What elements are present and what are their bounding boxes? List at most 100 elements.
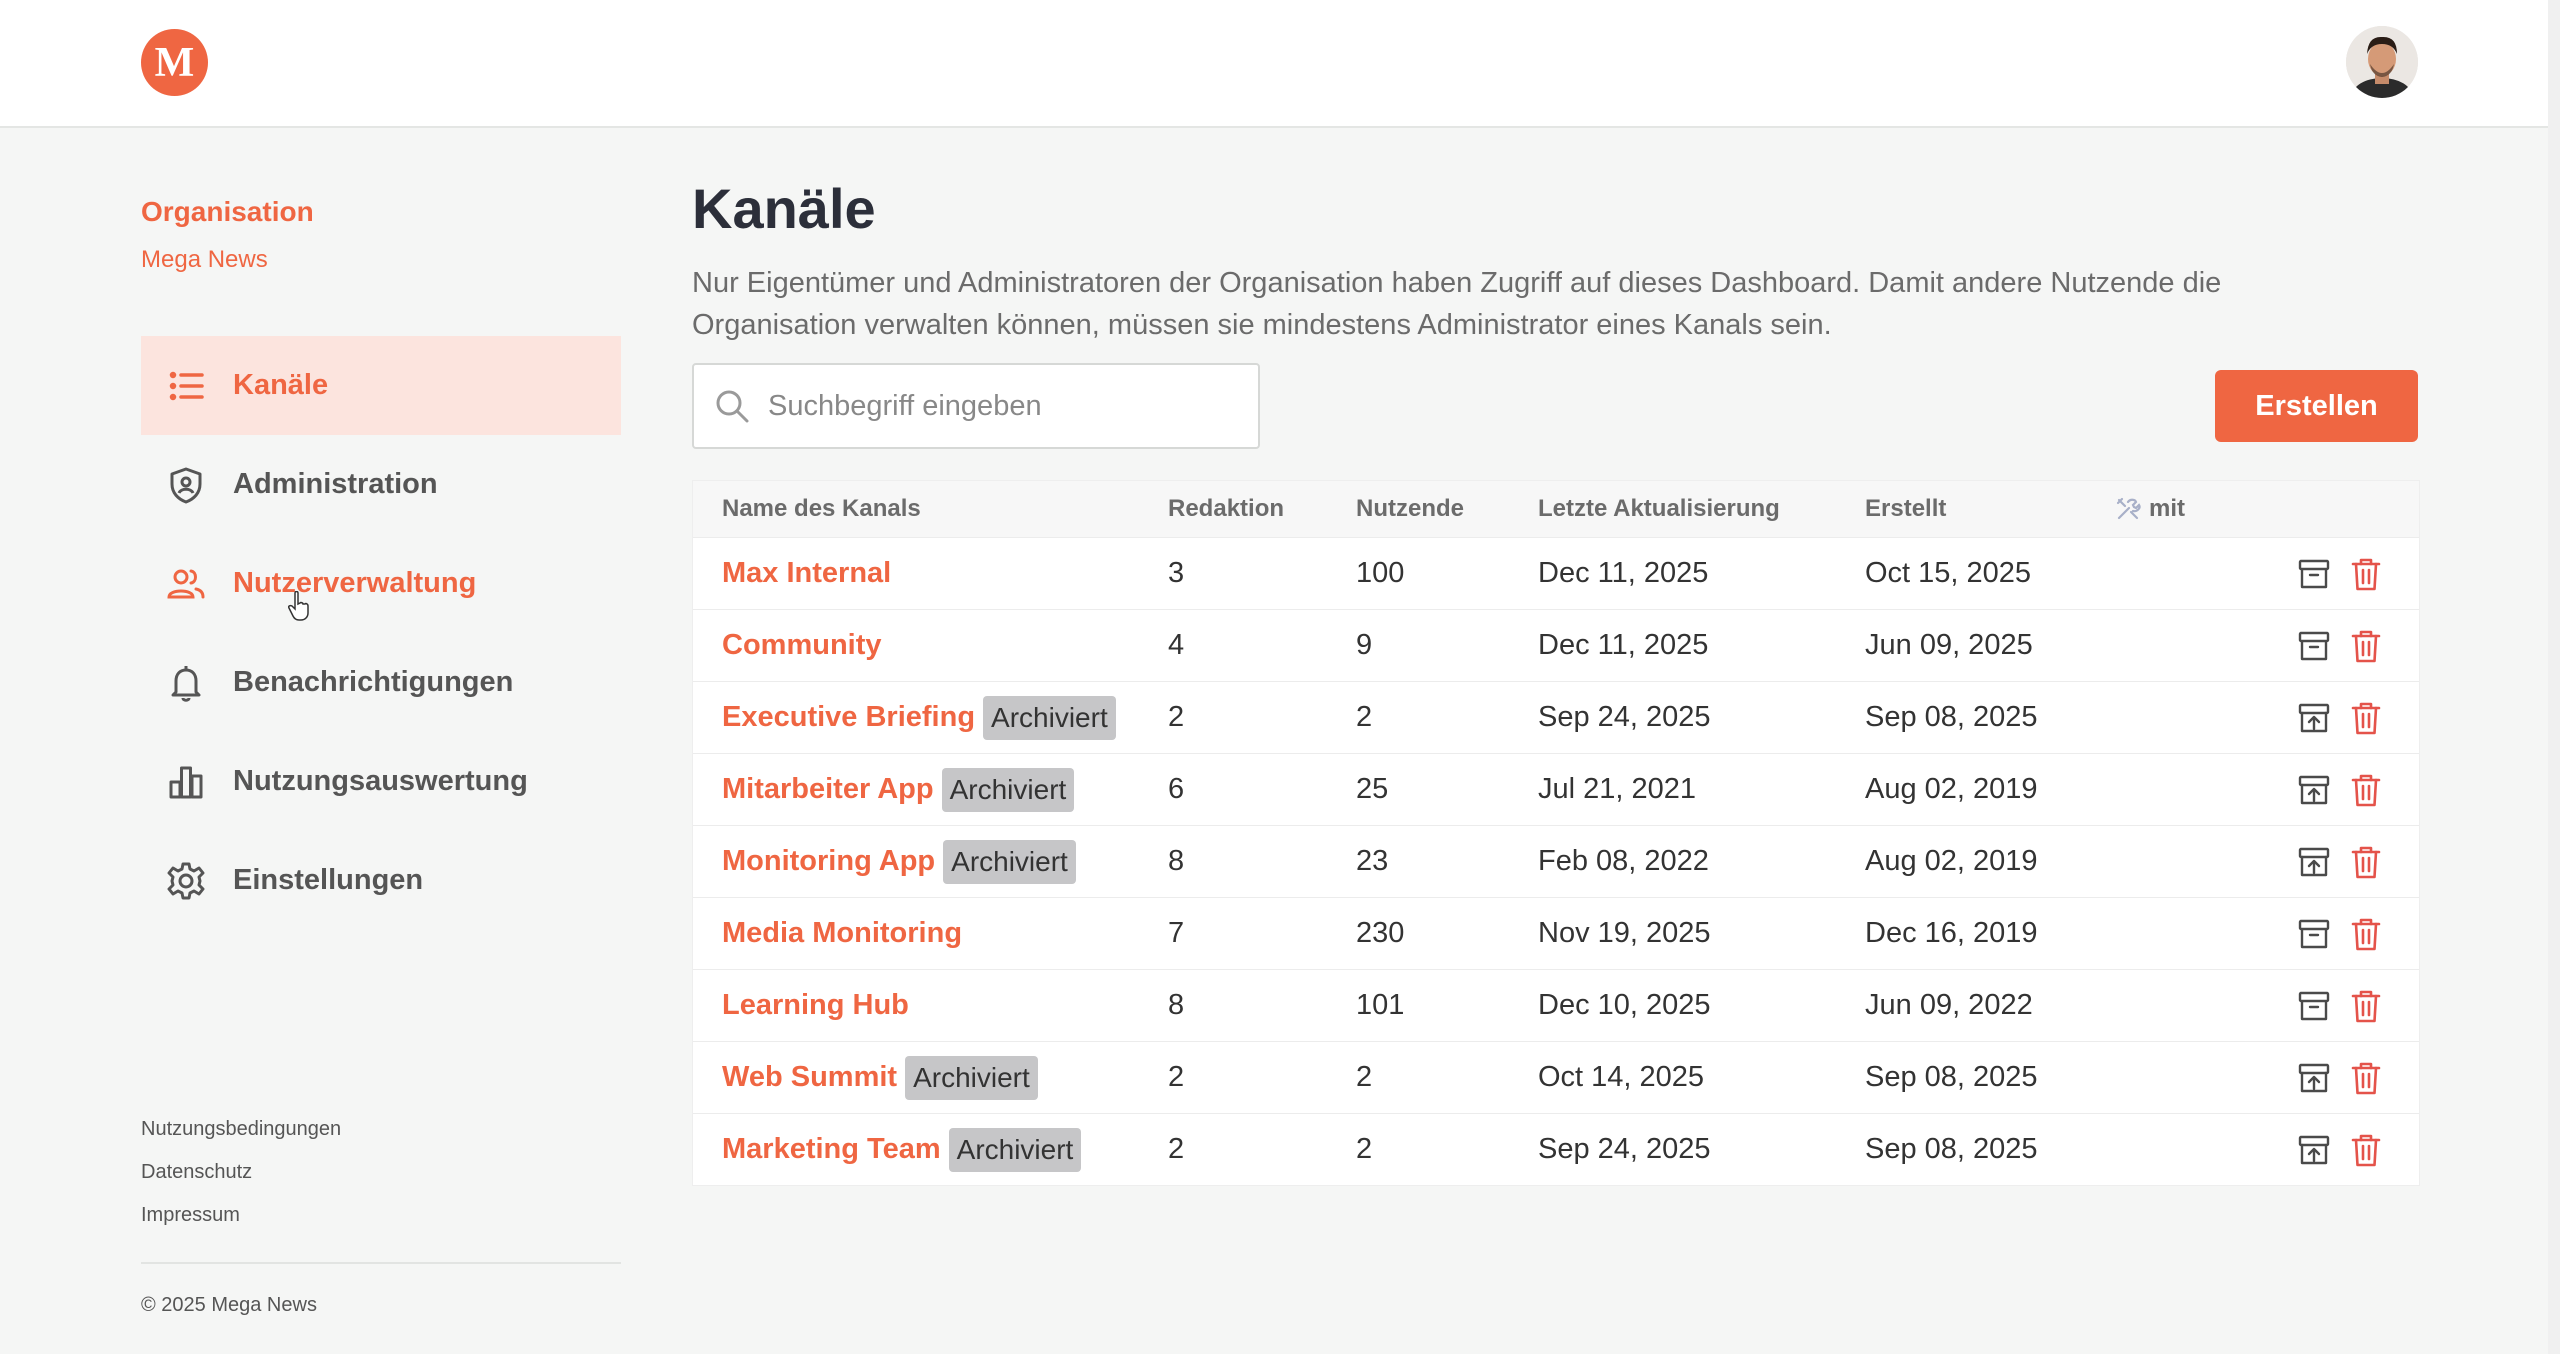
cell-redaktion: 2 (1168, 1061, 1185, 1093)
archive-icon[interactable] (2296, 556, 2332, 592)
cell-created: Aug 02, 2019 (1865, 773, 2038, 805)
cell-name: Monitoring App Archiviert (693, 839, 1168, 884)
delete-icon[interactable] (2348, 1132, 2384, 1168)
row-actions (2265, 628, 2419, 664)
sidebar-item-einstellungen[interactable]: Einstellungen (141, 831, 621, 930)
row-actions (2265, 1132, 2419, 1168)
search-box[interactable] (692, 363, 1260, 449)
archived-badge: Archiviert (948, 1127, 1082, 1172)
cell-nutzende: 2 (1356, 1061, 1373, 1093)
channels-table: Name des Kanals Redaktion Nutzende Letzt… (692, 480, 2420, 1186)
bar-chart-icon (165, 761, 207, 803)
table-row: Executive Briefing Archiviert 2 2 Sep 24, 20… (693, 682, 2419, 754)
column-header-mit[interactable]: mit (2115, 495, 2265, 523)
cell-nutzende: 100 (1356, 557, 1405, 589)
row-actions (2265, 916, 2419, 952)
imprint-link[interactable]: Impressum (141, 1200, 341, 1243)
cell-name: Community (693, 629, 1168, 662)
unarchive-icon[interactable] (2296, 844, 2332, 880)
sidebar-nav: Kanäle Administration Nutzerverwaltung B… (141, 336, 621, 930)
create-button[interactable]: Erstellen (2215, 370, 2418, 442)
cell-redaktion: 8 (1168, 845, 1185, 877)
table-row: Monitoring App Archiviert 8 23 Feb 08, 2022 A… (693, 826, 2419, 898)
archived-badge: Archiviert (905, 1055, 1038, 1100)
sidebar-item-label: Benachrichtigungen (233, 666, 514, 698)
mega-news-logo[interactable]: M (141, 29, 208, 96)
table-header: Name des Kanals Redaktion Nutzende Letzt… (693, 481, 2419, 538)
cell-redaktion: 2 (1168, 701, 1185, 733)
cell-updated: Oct 14, 2025 (1538, 1061, 1705, 1093)
unarchive-icon[interactable] (2296, 1060, 2332, 1096)
user-avatar[interactable] (2346, 26, 2418, 98)
cell-nutzende: 2 (1356, 701, 1373, 733)
archive-icon[interactable] (2296, 628, 2332, 664)
cell-updated: Sep 24, 2025 (1538, 1133, 1711, 1165)
bell-icon (165, 662, 207, 704)
cell-name: Web Summit Archiviert (693, 1055, 1168, 1100)
sidebar-item-administration[interactable]: Administration (141, 435, 621, 534)
delete-icon[interactable] (2348, 916, 2384, 952)
channel-link[interactable]: Community (722, 629, 882, 662)
row-actions (2265, 772, 2419, 808)
cell-updated: Dec 11, 2025 (1538, 629, 1709, 661)
cell-redaktion: 6 (1168, 773, 1185, 805)
cell-created: Sep 08, 2025 (1865, 1133, 2038, 1165)
column-header-name[interactable]: Name des Kanals (693, 495, 1168, 523)
archived-badge: Archiviert (941, 767, 1075, 812)
sidebar-item-nutzerverwaltung[interactable]: Nutzerverwaltung (141, 534, 621, 633)
table-row: Media Monitoring 7 230 Nov 19, 2025 Dec 16, … (693, 898, 2419, 970)
table-row: Learning Hub 8 101 Dec 10, 2025 Jun 09, 2022 (693, 970, 2419, 1042)
column-header-mit-label: mit (2149, 495, 2185, 522)
channel-link[interactable]: Max Internal (722, 557, 891, 590)
delete-icon[interactable] (2348, 772, 2384, 808)
org-name[interactable]: Mega News (141, 246, 268, 274)
list-icon (165, 365, 207, 407)
sidebar-footer-links: Nutzungsbedingungen Datenschutz Impressu… (141, 1114, 341, 1243)
cell-created: Jun 09, 2022 (1865, 989, 2033, 1021)
archived-badge: Archiviert (983, 695, 1116, 740)
cell-updated: Feb 08, 2022 (1538, 845, 1709, 877)
channel-link[interactable]: Media Monitoring (722, 917, 962, 950)
channel-link[interactable]: Learning Hub (722, 989, 909, 1022)
cell-redaktion: 8 (1168, 989, 1185, 1021)
delete-icon[interactable] (2348, 628, 2384, 664)
channel-link[interactable]: Executive Briefing (722, 701, 975, 734)
delete-icon[interactable] (2348, 988, 2384, 1024)
search-input[interactable] (766, 388, 1240, 424)
row-actions (2265, 844, 2419, 880)
channel-link[interactable]: Monitoring App (722, 845, 935, 878)
channel-link[interactable]: Mitarbeiter App (722, 773, 934, 806)
table-body: Max Internal 3 100 Dec 11, 2025 Oct 15, 2025… (693, 538, 2419, 1185)
delete-icon[interactable] (2348, 556, 2384, 592)
table-row: Web Summit Archiviert 2 2 Oct 14, 2025 Sep 08… (693, 1042, 2419, 1114)
archive-icon[interactable] (2296, 916, 2332, 952)
page-description: Nur Eigentümer und Administratoren der O… (692, 267, 2222, 341)
terms-link[interactable]: Nutzungsbedingungen (141, 1114, 341, 1157)
row-actions (2265, 988, 2419, 1024)
unarchive-icon[interactable] (2296, 772, 2332, 808)
unarchive-icon[interactable] (2296, 1132, 2332, 1168)
scrollbar[interactable] (2548, 0, 2560, 1354)
cell-updated: Sep 24, 2025 (1538, 701, 1711, 733)
cell-name: Executive Briefing Archiviert (693, 695, 1168, 740)
tools-icon (2116, 497, 2141, 520)
column-header-redaktion[interactable]: Redaktion (1168, 495, 1356, 523)
cell-created: Sep 08, 2025 (1865, 701, 2038, 733)
delete-icon[interactable] (2348, 1060, 2384, 1096)
column-header-created[interactable]: Erstellt (1865, 495, 2115, 523)
column-header-updated[interactable]: Letzte Aktualisierung (1538, 495, 1865, 523)
archive-icon[interactable] (2296, 988, 2332, 1024)
privacy-link[interactable]: Datenschutz (141, 1157, 341, 1200)
cell-updated: Dec 11, 2025 (1538, 557, 1709, 589)
delete-icon[interactable] (2348, 844, 2384, 880)
column-header-nutzende[interactable]: Nutzende (1356, 495, 1538, 523)
sidebar-item-nutzungsauswertung[interactable]: Nutzungsauswertung (141, 732, 621, 831)
delete-icon[interactable] (2348, 700, 2384, 736)
channel-link[interactable]: Marketing Team (722, 1133, 941, 1166)
sidebar-item-benachrichtigungen[interactable]: Benachrichtigungen (141, 633, 621, 732)
cell-nutzende: 23 (1356, 845, 1389, 877)
sidebar-item-kanaele[interactable]: Kanäle (141, 336, 621, 435)
channel-link[interactable]: Web Summit (722, 1061, 897, 1094)
unarchive-icon[interactable] (2296, 700, 2332, 736)
cell-nutzende: 25 (1356, 773, 1389, 805)
